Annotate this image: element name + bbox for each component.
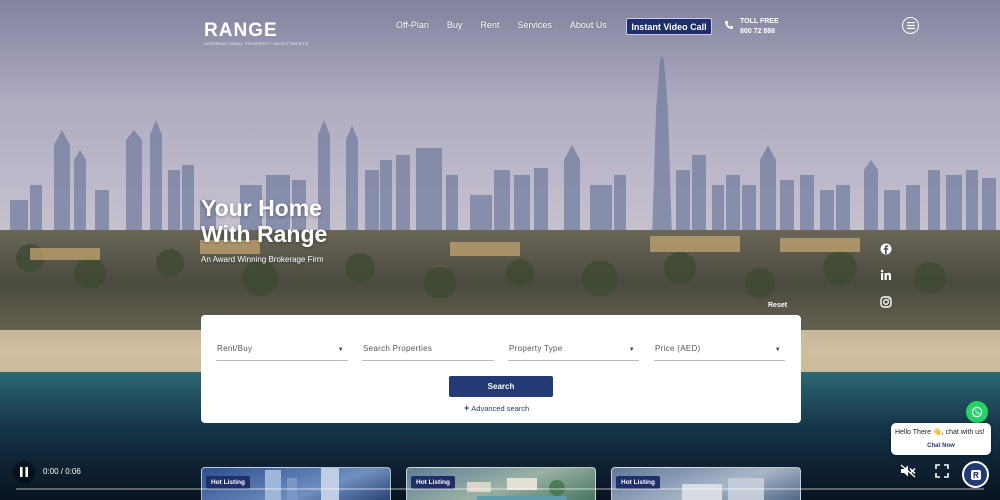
- fullscreen-icon[interactable]: [935, 464, 949, 478]
- advanced-search-link[interactable]: + Advanced search: [464, 403, 529, 413]
- price-label: Price (AED): [655, 344, 701, 353]
- hero-background-video: [0, 0, 1000, 500]
- chat-now-link[interactable]: Chat Now: [891, 443, 991, 449]
- advanced-search-label: Advanced search: [471, 404, 530, 413]
- muted-speaker-icon[interactable]: [900, 464, 916, 478]
- chat-launcher-button[interactable]: [962, 461, 989, 488]
- caret-down-icon: ▼: [628, 347, 635, 353]
- rent-buy-select[interactable]: Rent/Buy ▼: [216, 343, 348, 361]
- pause-icon: [20, 467, 28, 477]
- search-properties-placeholder: Search Properties: [363, 344, 433, 353]
- nav-rent[interactable]: Rent: [480, 20, 499, 30]
- facebook-icon[interactable]: [880, 243, 892, 255]
- toll-free-contact[interactable]: TOLL FREE 800 72 888: [724, 17, 779, 37]
- chat-bubble[interactable]: Hello There 👋, chat with us! Chat Now: [891, 423, 991, 455]
- logo-wordmark: RANGE: [204, 20, 278, 41]
- video-time: 0:00 / 0:06: [43, 467, 81, 476]
- hamburger-menu-button[interactable]: [902, 17, 919, 34]
- range-chat-icon: [970, 469, 981, 480]
- instagram-icon[interactable]: [880, 296, 892, 308]
- whatsapp-button[interactable]: [966, 401, 988, 423]
- logo-tagline: INTERNATIONAL PROPERTY INVESTMENTS: [204, 41, 309, 46]
- pause-button[interactable]: [13, 461, 35, 483]
- listing-card[interactable]: Hot Listing: [201, 467, 391, 500]
- toll-free-number: 800 72 888: [740, 28, 776, 35]
- property-search-panel: Rent/Buy ▼ Search Properties Property Ty…: [201, 315, 801, 423]
- search-button[interactable]: Search: [449, 376, 553, 397]
- hero-subtitle: An Award Winning Brokerage Firm: [201, 255, 324, 264]
- hamburger-icon: [906, 22, 915, 29]
- price-select[interactable]: Price (AED) ▼: [654, 343, 785, 361]
- main-nav: Off-Plan Buy Rent Services About Us: [396, 20, 625, 30]
- nav-off-plan[interactable]: Off-Plan: [396, 20, 429, 30]
- toll-free-label: TOLL FREE: [740, 18, 779, 25]
- listing-photo: [682, 478, 764, 500]
- search-properties-input[interactable]: Search Properties: [362, 343, 494, 361]
- chat-greeting: Hello There 👋, chat with us!: [895, 429, 985, 436]
- video-progress-bar[interactable]: [16, 488, 984, 490]
- plus-icon: +: [464, 403, 470, 413]
- nav-services[interactable]: Services: [517, 20, 552, 30]
- hero-title-line2: With Range: [201, 221, 328, 247]
- hero-title: Your Home With Range: [201, 195, 327, 247]
- caret-down-icon: ▼: [774, 347, 781, 353]
- linkedin-icon[interactable]: [880, 269, 892, 281]
- nav-about-us[interactable]: About Us: [570, 20, 607, 30]
- property-type-select[interactable]: Property Type ▼: [508, 343, 639, 361]
- reset-link[interactable]: Reset: [768, 302, 787, 309]
- instant-video-call-button[interactable]: Instant Video Call: [626, 18, 712, 35]
- listing-photo: [265, 468, 339, 500]
- range-logo[interactable]: RANGE INTERNATIONAL PROPERTY INVESTMENTS: [204, 20, 309, 46]
- listing-card[interactable]: Hot Listing: [406, 467, 596, 500]
- nav-buy[interactable]: Buy: [447, 20, 463, 30]
- whatsapp-icon: [971, 406, 983, 418]
- phone-icon: [725, 21, 733, 29]
- rent-buy-label: Rent/Buy: [217, 344, 253, 353]
- caret-down-icon: ▼: [337, 347, 344, 353]
- listing-card[interactable]: Hot Listing: [611, 467, 801, 500]
- hero-title-line1: Your Home: [201, 195, 322, 221]
- property-type-label: Property Type: [509, 344, 563, 353]
